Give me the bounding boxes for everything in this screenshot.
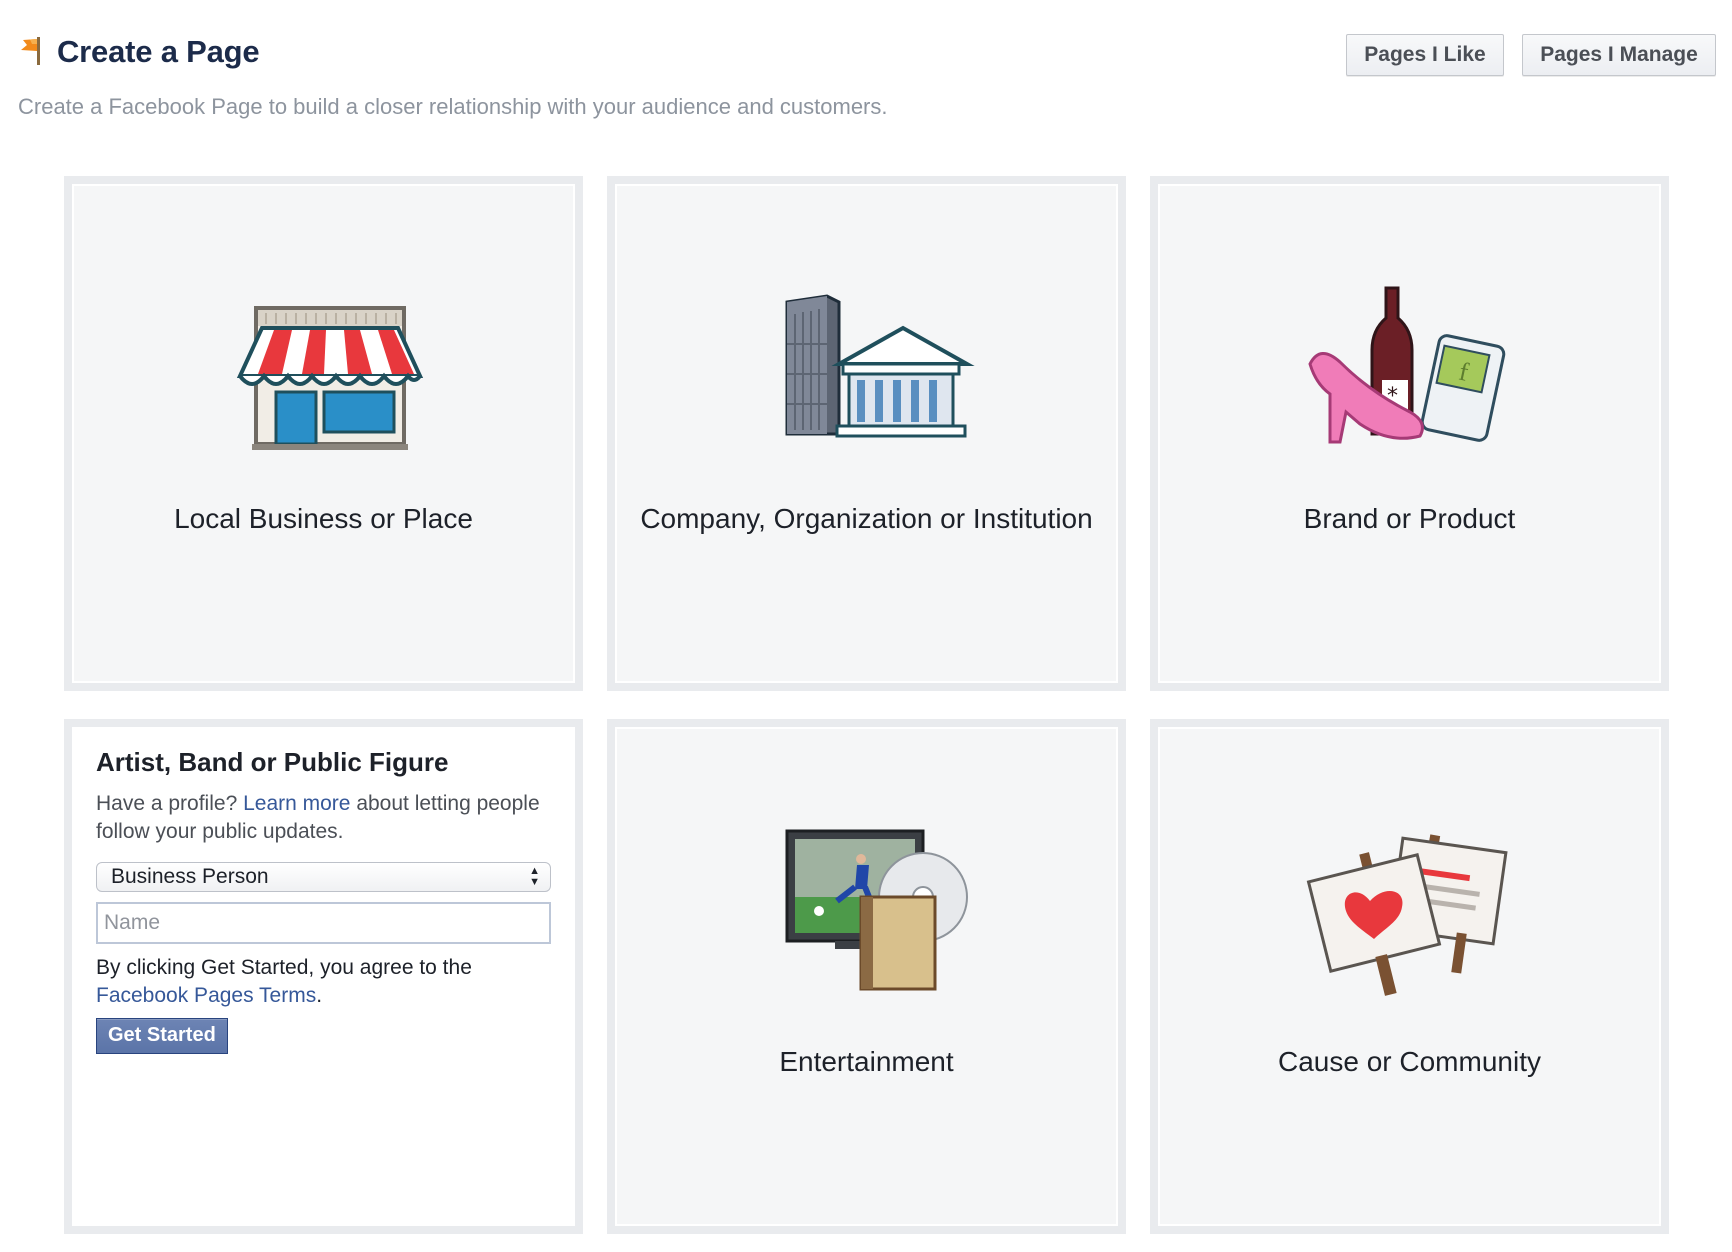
- category-label: Local Business or Place: [174, 503, 473, 534]
- category-select[interactable]: Business Person ▲ ▼: [96, 862, 551, 892]
- terms-prefix: By clicking Get Started, you agree to th…: [96, 956, 472, 979]
- terms-suffix: .: [316, 984, 323, 1007]
- terms-text: By clicking Get Started, you agree to th…: [96, 954, 551, 1010]
- pages-terms-link[interactable]: Facebook Pages Terms: [96, 984, 316, 1007]
- category-card-artist: Artist, Band or Public Figure Have a pro…: [64, 719, 583, 1234]
- category-card-local-business[interactable]: Local Business or Place: [64, 176, 583, 691]
- page-title: Create a Page: [57, 34, 260, 69]
- pages-i-like-button[interactable]: Pages I Like: [1346, 34, 1504, 76]
- pages-i-manage-button[interactable]: Pages I Manage: [1522, 34, 1716, 76]
- category-card-company[interactable]: Company, Organization or Institution: [607, 176, 1126, 691]
- get-started-button[interactable]: Get Started: [96, 1018, 228, 1054]
- buildings-icon: [785, 294, 975, 438]
- page-subtitle: Create a Facebook Page to build a closer…: [18, 94, 888, 119]
- category-select-value: Business Person: [111, 865, 269, 888]
- description-prefix: Have a profile?: [96, 792, 244, 815]
- category-label: Brand or Product: [1303, 503, 1516, 534]
- storefront-icon: [236, 306, 423, 450]
- category-card-entertainment[interactable]: Entertainment: [607, 719, 1126, 1234]
- learn-more-link[interactable]: Learn more: [243, 792, 350, 815]
- category-label: Entertainment: [779, 1046, 954, 1077]
- artist-card-description: Have a profile? Learn more about letting…: [96, 790, 551, 846]
- signs-icon: [1306, 834, 1508, 996]
- name-input[interactable]: [96, 902, 551, 944]
- flag-icon: [21, 37, 40, 65]
- products-icon: f *: [1307, 286, 1505, 444]
- category-card-brand[interactable]: f * Brand or Product: [1150, 176, 1669, 691]
- category-label: Company, Organization or Institution: [640, 503, 1093, 534]
- artist-card-title: Artist, Band or Public Figure: [96, 747, 449, 777]
- media-icon: [785, 829, 968, 991]
- category-card-cause[interactable]: Cause or Community: [1150, 719, 1669, 1234]
- create-page-screen: Create a Page Create a Facebook Page to …: [0, 0, 1732, 1252]
- artist-form: Artist, Band or Public Figure Have a pro…: [96, 747, 551, 1054]
- category-label: Cause or Community: [1278, 1046, 1541, 1077]
- select-arrows-icon: ▲ ▼: [529, 865, 540, 888]
